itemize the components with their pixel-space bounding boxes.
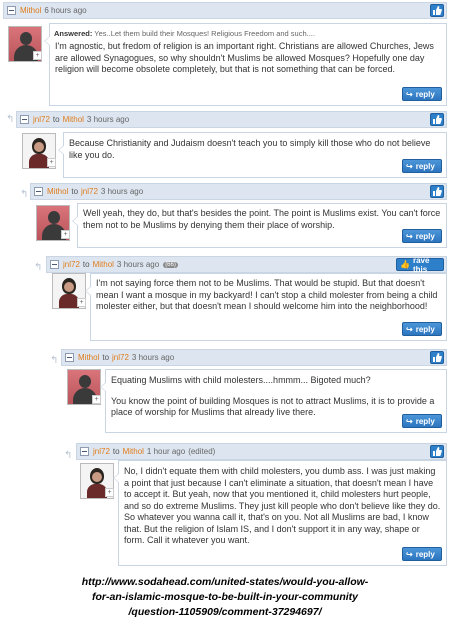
comment-header: Mithol to jnl72 3 hours ago [61, 349, 447, 366]
reply-arrow-icon: ↪ [406, 89, 413, 99]
recipient-name[interactable]: Mithol [93, 260, 114, 269]
comment-text: I'm agnostic, but fredom of religion is … [55, 41, 434, 74]
edited-label: (edited) [188, 447, 216, 456]
reply-label: reply [415, 416, 435, 426]
answered-text: Yes..Let them build their Mosques! Relig… [94, 29, 315, 38]
comment-bubble: Answered: Yes..Let them build their Mosq… [44, 23, 447, 106]
rave-button[interactable]: 👍 rave this [396, 255, 444, 274]
author-name[interactable]: Mithol [78, 353, 99, 362]
timestamp: 3 hours ago [131, 353, 175, 362]
comment-text-line-1: Equating Muslims with child molesters...… [111, 375, 371, 385]
comment-1: Mithol 6 hours ago [3, 2, 447, 19]
comment-2: jnl72 to Mithol 3 hours ago [16, 111, 447, 128]
comment-header: jnl72 to Mithol 3 hours ago (66) 👍 rave t… [46, 255, 447, 274]
add-friend-icon[interactable]: + [61, 230, 70, 239]
recipient-name[interactable]: Mithol [123, 447, 144, 456]
author-name[interactable]: jnl72 [63, 260, 80, 269]
reply-label: reply [415, 324, 435, 334]
reply-arrow-icon: ↪ [406, 549, 413, 559]
rating-badge: (66) [163, 261, 178, 268]
author-name[interactable]: jnl72 [33, 115, 50, 124]
to-label: to [71, 187, 79, 196]
add-friend-icon[interactable]: + [47, 158, 56, 167]
collapse-icon[interactable] [65, 353, 74, 362]
reply-indent-icon: ↰ [6, 114, 15, 125]
comment-bubble: Because Christianity and Judaism doesn't… [58, 132, 447, 178]
add-friend-icon[interactable]: + [105, 488, 114, 497]
source-url: http://www.sodahead.com/united-states/wo… [0, 575, 450, 620]
author-name[interactable]: Mithol [47, 187, 68, 196]
reply-button[interactable]: ↪ reply [402, 159, 442, 173]
timestamp: 3 hours ago [116, 260, 160, 269]
comment-text: I'm not saying force them not to be Musl… [96, 278, 438, 311]
reply-arrow-icon: ↪ [406, 161, 413, 171]
comment-header: jnl72 to Mithol 3 hours ago [16, 111, 447, 128]
reply-label: reply [415, 549, 435, 559]
comment-4: jnl72 to Mithol 3 hours ago (66) 👍 rave t… [46, 255, 447, 274]
comment-5: Mithol to jnl72 3 hours ago [61, 349, 447, 366]
collapse-icon[interactable] [7, 6, 16, 15]
timestamp: 1 hour ago [146, 447, 186, 456]
author-name[interactable]: Mithol [20, 6, 41, 15]
reply-button[interactable]: ↪ reply [402, 87, 442, 101]
thumbs-up-icon[interactable] [430, 113, 444, 126]
timestamp: 6 hours ago [44, 6, 87, 15]
author-name[interactable]: jnl72 [93, 447, 110, 456]
to-label: to [52, 115, 60, 124]
comment-header: Mithol to jnl72 3 hours ago [30, 183, 447, 200]
collapse-icon[interactable] [34, 187, 43, 196]
comment-text-line-2: You know the point of building Mosques i… [111, 395, 435, 418]
to-label: to [102, 353, 110, 362]
comment-text: Well yeah, they do, but that's besides t… [83, 208, 441, 230]
comment-bubble: I'm not saying force them not to be Musl… [85, 273, 447, 341]
thumbs-up-icon[interactable] [430, 445, 444, 458]
timestamp: 3 hours ago [100, 187, 144, 196]
thumbs-up-icon[interactable] [430, 185, 444, 198]
comment-6: jnl72 to Mithol 1 hour ago (edited) [76, 443, 447, 460]
reply-indent-icon: ↰ [34, 262, 43, 273]
reply-button[interactable]: ↪ reply [402, 414, 442, 428]
add-friend-icon[interactable]: + [92, 395, 101, 404]
reply-button[interactable]: ↪ reply [402, 322, 442, 336]
url-line-2: for-an-islamic-mosque-to-be-built-in-you… [92, 591, 358, 603]
add-friend-icon[interactable]: + [33, 51, 42, 60]
recipient-name[interactable]: jnl72 [112, 353, 129, 362]
timestamp: 3 hours ago [86, 115, 130, 124]
reply-button[interactable]: ↪ reply [402, 229, 442, 243]
url-line-3: /question-1105909/comment-37294697/ [128, 606, 322, 618]
reply-label: reply [415, 161, 435, 171]
comment-bubble: Well yeah, they do, but that's besides t… [72, 203, 447, 248]
reply-label: reply [415, 89, 435, 99]
comment-bubble: Equating Muslims with child molesters...… [100, 369, 447, 433]
thumbs-up-icon[interactable] [430, 4, 444, 17]
answered-label: Answered: [54, 29, 93, 38]
comment-text: Because Christianity and Judaism doesn't… [69, 138, 431, 160]
reply-label: reply [415, 231, 435, 241]
reply-indent-icon: ↰ [64, 450, 73, 461]
comment-bubble: No, I didn't equate them with child mole… [113, 460, 447, 566]
thumbs-up-icon[interactable] [430, 351, 444, 364]
collapse-icon[interactable] [50, 260, 59, 269]
reply-button[interactable]: ↪ reply [402, 547, 442, 561]
recipient-name[interactable]: jnl72 [81, 187, 98, 196]
reply-indent-icon: ↰ [20, 189, 29, 200]
answered-line: Answered: Yes..Let them build their Mosq… [54, 29, 446, 38]
rave-label: rave this [412, 255, 430, 274]
to-label: to [112, 447, 120, 456]
comment-3: Mithol to jnl72 3 hours ago [30, 183, 447, 200]
comment-header: Mithol 6 hours ago [3, 2, 447, 19]
collapse-icon[interactable] [80, 447, 89, 456]
recipient-name[interactable]: Mithol [63, 115, 84, 124]
url-line-1: http://www.sodahead.com/united-states/wo… [81, 576, 369, 588]
collapse-icon[interactable] [20, 115, 29, 124]
comment-text: No, I didn't equate them with child mole… [124, 466, 441, 545]
reply-arrow-icon: ↪ [406, 416, 413, 426]
reply-arrow-icon: ↪ [406, 324, 413, 334]
thumbs-up-icon: 👍 [400, 260, 410, 269]
comment-header: jnl72 to Mithol 1 hour ago (edited) [76, 443, 447, 460]
add-friend-icon[interactable]: + [77, 298, 86, 307]
reply-arrow-icon: ↪ [406, 231, 413, 241]
to-label: to [82, 260, 90, 269]
reply-indent-icon: ↰ [50, 355, 59, 366]
